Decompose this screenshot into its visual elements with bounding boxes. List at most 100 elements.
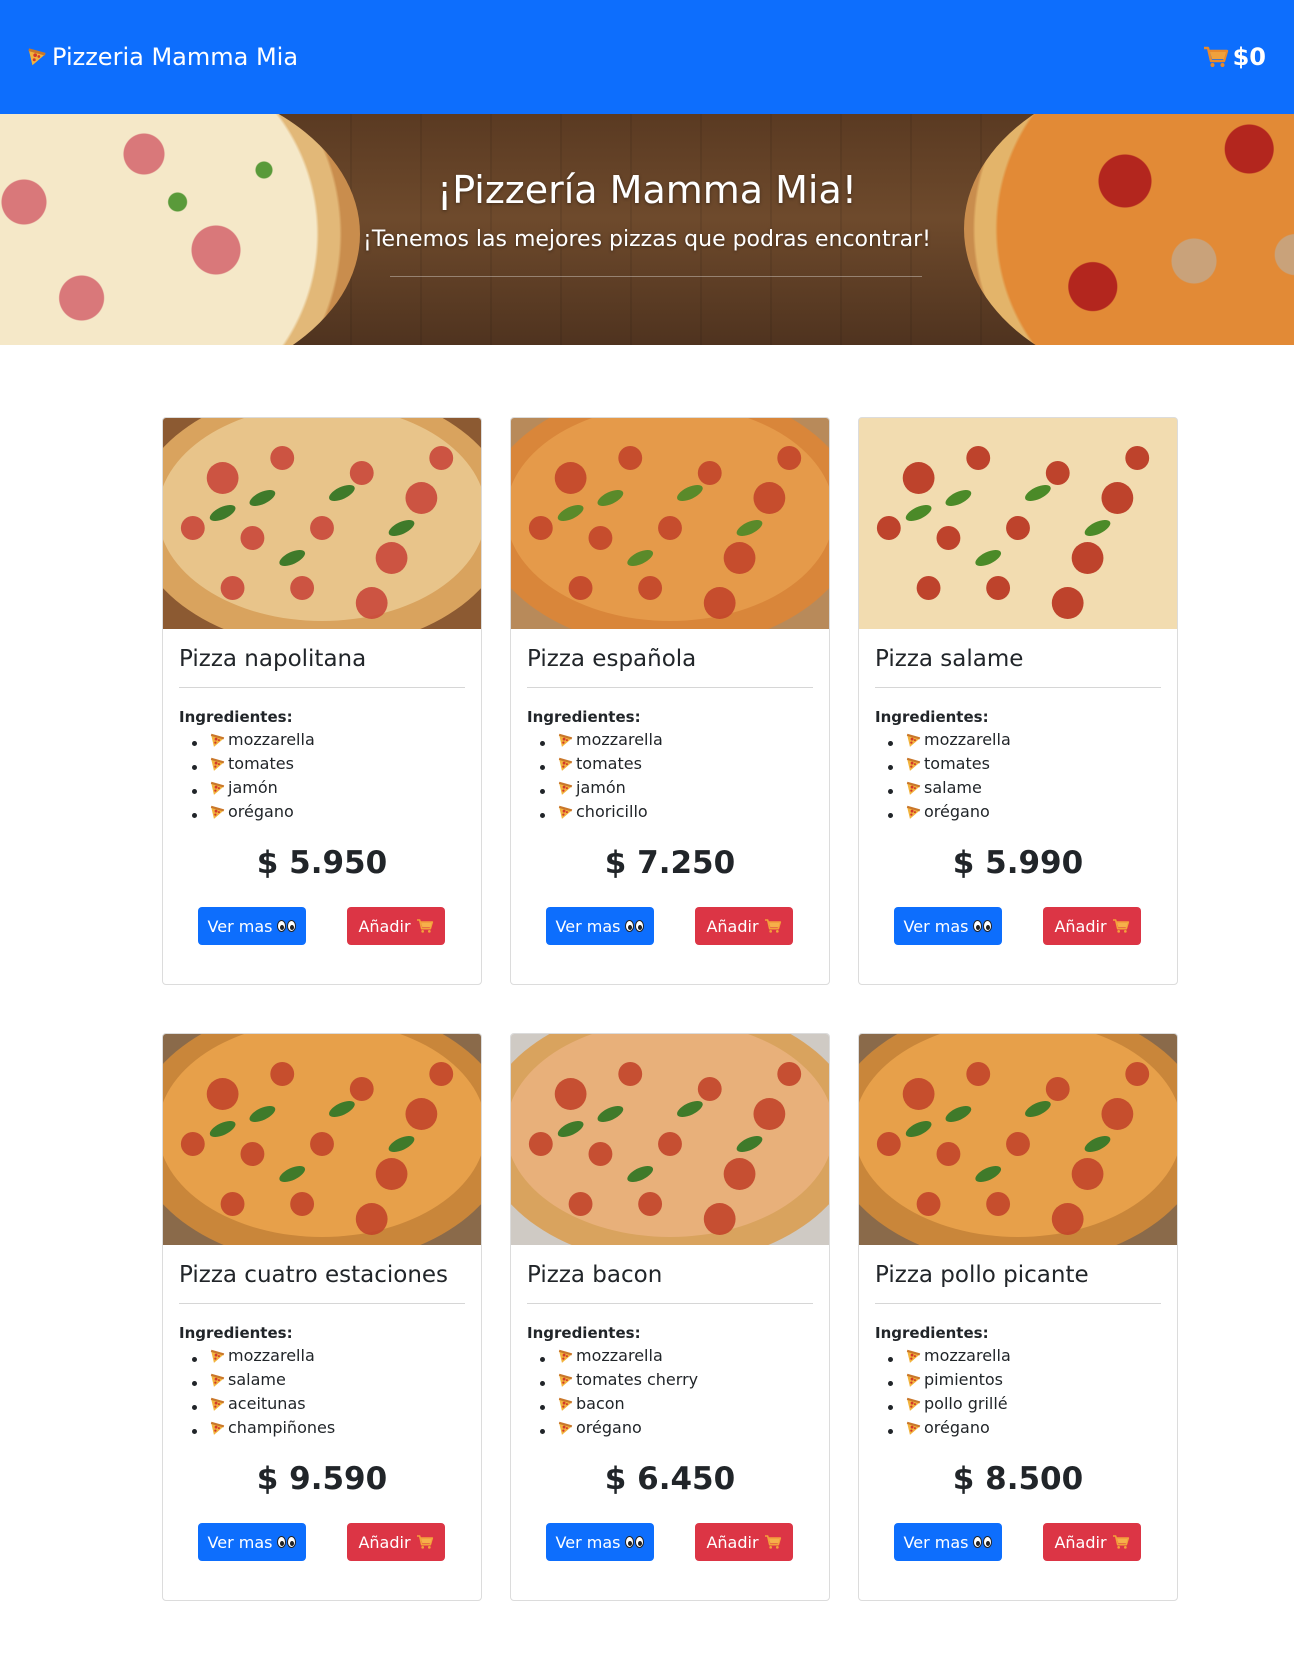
pizza-card: Pizza napolitana Ingredientes: mozzarell… [162,417,482,985]
ingredient-entry: orégano [905,800,990,824]
pizza-name: Pizza cuatro estaciones [179,1262,449,1288]
ingredients-label: Ingredientes: [179,708,293,726]
pizza-slice-icon [905,1348,922,1365]
shopping-cart-icon [416,918,434,934]
pizza-slice-icon [209,804,226,821]
pizza-slice-icon [905,1420,922,1437]
ingredient-item: tomates cherry [557,1368,813,1392]
ingredient-name: orégano [924,1418,990,1437]
pizza-card: Pizza bacon Ingredientes: mozzarella toma… [510,1033,830,1601]
pizza-slice-icon [557,1372,574,1389]
cart-link[interactable]: $0 [1203,43,1266,71]
ingredient-name: pimientos [924,1370,1004,1389]
card-divider [179,687,465,688]
view-more-button[interactable]: Ver mas [894,1523,1002,1561]
ingredient-name: jamón [228,778,278,797]
card-body: Pizza salame Ingredientes: mozzarella tom… [859,629,1177,882]
ingredient-item: pollo grillé [905,1392,1161,1416]
ingredient-name: orégano [228,802,294,821]
pizza-slice-icon [209,1396,226,1413]
view-more-button[interactable]: Ver mas [546,1523,654,1561]
pizza-slice-icon [557,1348,574,1365]
ingredient-name: orégano [576,1418,642,1437]
ingredient-name: mozzarella [228,730,315,749]
view-more-button[interactable]: Ver mas [894,907,1002,945]
ingredient-item: mozzarella [557,1344,813,1368]
add-label: Añadir [1054,1532,1107,1552]
pizza-image [859,418,1177,629]
add-label: Añadir [706,1532,759,1552]
add-to-cart-button[interactable]: Añadir [695,907,793,945]
pizza-price: $ 9.590 [256,1461,388,1497]
add-to-cart-button[interactable]: Añadir [1043,1523,1141,1561]
pizza-slice-icon [905,1372,922,1389]
hero-banner: ¡Pizzería Mamma Mia! ¡Tenemos las mejore… [0,114,1294,345]
add-to-cart-button[interactable]: Añadir [1043,907,1141,945]
card-body: Pizza napolitana Ingredientes: mozzarell… [163,629,481,882]
ingredient-entry: tomates cherry [557,1368,698,1392]
pizza-name: Pizza napolitana [179,646,367,672]
pizza-price: $ 5.950 [256,845,388,881]
add-to-cart-button[interactable]: Añadir [695,1523,793,1561]
shopping-cart-icon [1203,45,1229,69]
pizza-slice-icon [26,46,48,68]
pizza-slice-icon [905,804,922,821]
pizza-slice-icon [557,756,574,773]
eyes-icon [625,920,645,932]
ingredient-item: mozzarella [905,1344,1161,1368]
shopping-cart-icon [416,1534,434,1550]
pizza-price: $ 7.250 [604,845,736,881]
view-more-label: Ver mas [903,916,969,936]
ingredients-list: mozzarella tomates cherry bacon orégano [527,1344,813,1440]
card-actions: Ver mas Añadir [163,907,481,945]
ingredient-entry: mozzarella [209,728,315,752]
ingredient-item: aceitunas [209,1392,465,1416]
add-to-cart-button[interactable]: Añadir [347,1523,445,1561]
card-divider [875,687,1161,688]
ingredients-label: Ingredientes: [875,1324,989,1342]
add-to-cart-button[interactable]: Añadir [347,907,445,945]
ingredient-item: mozzarella [905,728,1161,752]
ingredient-item: champiñones [209,1416,465,1440]
brand-link[interactable]: Pizzeria Mamma Mia [26,43,298,71]
ingredient-item: tomates [905,752,1161,776]
pizza-slice-icon [557,1396,574,1413]
ingredient-name: mozzarella [924,730,1011,749]
ingredient-item: salame [209,1368,465,1392]
eyes-icon [973,1536,993,1548]
hero-subtitle: ¡Tenemos las mejores pizzas que podras e… [363,227,931,252]
add-label: Añadir [358,1532,411,1552]
view-more-label: Ver mas [207,1532,273,1552]
ingredient-entry: mozzarella [557,1344,663,1368]
ingredient-entry: aceitunas [209,1392,306,1416]
pizza-name: Pizza pollo picante [875,1262,1089,1288]
ingredient-name: tomates [228,754,294,773]
ingredient-name: mozzarella [576,730,663,749]
pizza-image [163,1034,481,1245]
ingredients-list: mozzarella salame aceitunas champiñones [179,1344,465,1440]
ingredient-item: orégano [557,1416,813,1440]
ingredient-entry: pimientos [905,1368,1003,1392]
ingredients-label: Ingredientes: [527,708,641,726]
pizza-price: $ 5.990 [952,845,1084,881]
ingredient-entry: mozzarella [557,728,663,752]
ingredient-name: salame [924,778,982,797]
view-more-label: Ver mas [555,916,621,936]
view-more-button[interactable]: Ver mas [198,907,306,945]
pizza-slice-icon [209,780,226,797]
ingredient-item: bacon [557,1392,813,1416]
pizza-image [511,1034,829,1245]
ingredient-item: mozzarella [209,728,465,752]
view-more-button[interactable]: Ver mas [198,1523,306,1561]
ingredient-item: pimientos [905,1368,1161,1392]
ingredient-entry: salame [905,776,982,800]
view-more-label: Ver mas [903,1532,969,1552]
card-divider [179,1303,465,1304]
ingredient-name: pollo grillé [924,1394,1008,1413]
view-more-button[interactable]: Ver mas [546,907,654,945]
ingredient-entry: mozzarella [905,728,1011,752]
ingredients-list: mozzarella tomates jamón choricillo [527,728,813,824]
ingredient-name: tomates [924,754,990,773]
pizza-slice-icon [209,1420,226,1437]
pizza-image [511,418,829,629]
